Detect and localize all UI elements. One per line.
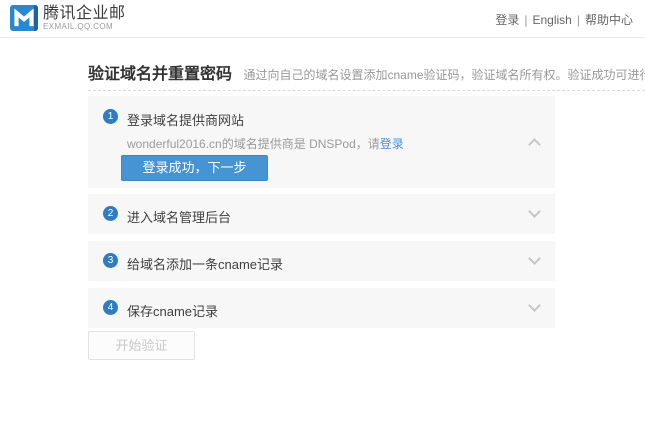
logo-title: 腾讯企业邮: [43, 5, 126, 22]
step-1-description: wonderful2016.cn的域名提供商是 DNSPod，请登录: [127, 135, 404, 152]
step-3-number-badge: 3: [103, 253, 118, 268]
logo-text: 腾讯企业邮 EXMAIL.QQ.COM: [43, 5, 126, 31]
logo-subtitle: EXMAIL.QQ.COM: [43, 22, 126, 31]
help-center-link[interactable]: 帮助中心: [585, 13, 633, 27]
step-2-domain-admin[interactable]: 2 进入域名管理后台: [88, 194, 555, 234]
english-link[interactable]: English: [533, 13, 572, 27]
step-4-number-badge: 4: [103, 300, 118, 315]
title-row: 验证域名并重置密码 通过向自己的域名设置添加cname验证码，验证域名所有权。验…: [88, 60, 638, 84]
step-2-title: 进入域名管理后台: [127, 207, 231, 226]
login-link[interactable]: 登录: [495, 13, 519, 27]
dashed-divider: [88, 90, 645, 91]
step-2-number-badge: 2: [103, 206, 118, 221]
exmail-domain-verify-page: 腾讯企业邮 EXMAIL.QQ.COM 登录 | English | 帮助中心 验证域名…: [0, 0, 645, 425]
chevron-down-icon[interactable]: [528, 299, 541, 312]
login-success-next-button[interactable]: 登录成功，下一步: [121, 155, 268, 181]
chevron-up-icon[interactable]: [528, 138, 541, 151]
step-1-login-provider: 1 登录域名提供商网站 wonderful2016.cn的域名提供商是 DNSP…: [88, 96, 555, 188]
chevron-down-icon[interactable]: [528, 252, 541, 265]
step-4-save-cname[interactable]: 4 保存cname记录: [88, 288, 555, 328]
start-verify-button[interactable]: 开始验证: [88, 331, 195, 360]
header-links: 登录 | English | 帮助中心: [495, 11, 633, 28]
page-title: 验证域名并重置密码: [88, 66, 232, 83]
header: 腾讯企业邮 EXMAIL.QQ.COM 登录 | English | 帮助中心: [0, 0, 645, 38]
step-3-title: 给域名添加一条cname记录: [127, 254, 283, 273]
chevron-down-icon[interactable]: [528, 205, 541, 218]
step-4-title: 保存cname记录: [127, 301, 218, 320]
step-1-title: 登录域名提供商网站: [127, 110, 244, 129]
step-1-number-badge: 1: [103, 109, 118, 124]
step-1-description-text: wonderful2016.cn的域名提供商是 DNSPod，请: [127, 137, 380, 151]
step-3-add-cname[interactable]: 3 给域名添加一条cname记录: [88, 241, 555, 281]
steps-accordion: 1 登录域名提供商网站 wonderful2016.cn的域名提供商是 DNSP…: [88, 96, 555, 335]
link-separator: |: [577, 13, 580, 27]
exmail-logo[interactable]: 腾讯企业邮 EXMAIL.QQ.COM: [10, 5, 126, 31]
exmail-logo-icon: [10, 5, 38, 31]
link-separator: |: [524, 13, 527, 27]
provider-login-link[interactable]: 登录: [380, 137, 404, 151]
page-subtitle: 通过向自己的域名设置添加cname验证码，验证域名所有权。验证成功可进行密码设置: [243, 68, 645, 82]
